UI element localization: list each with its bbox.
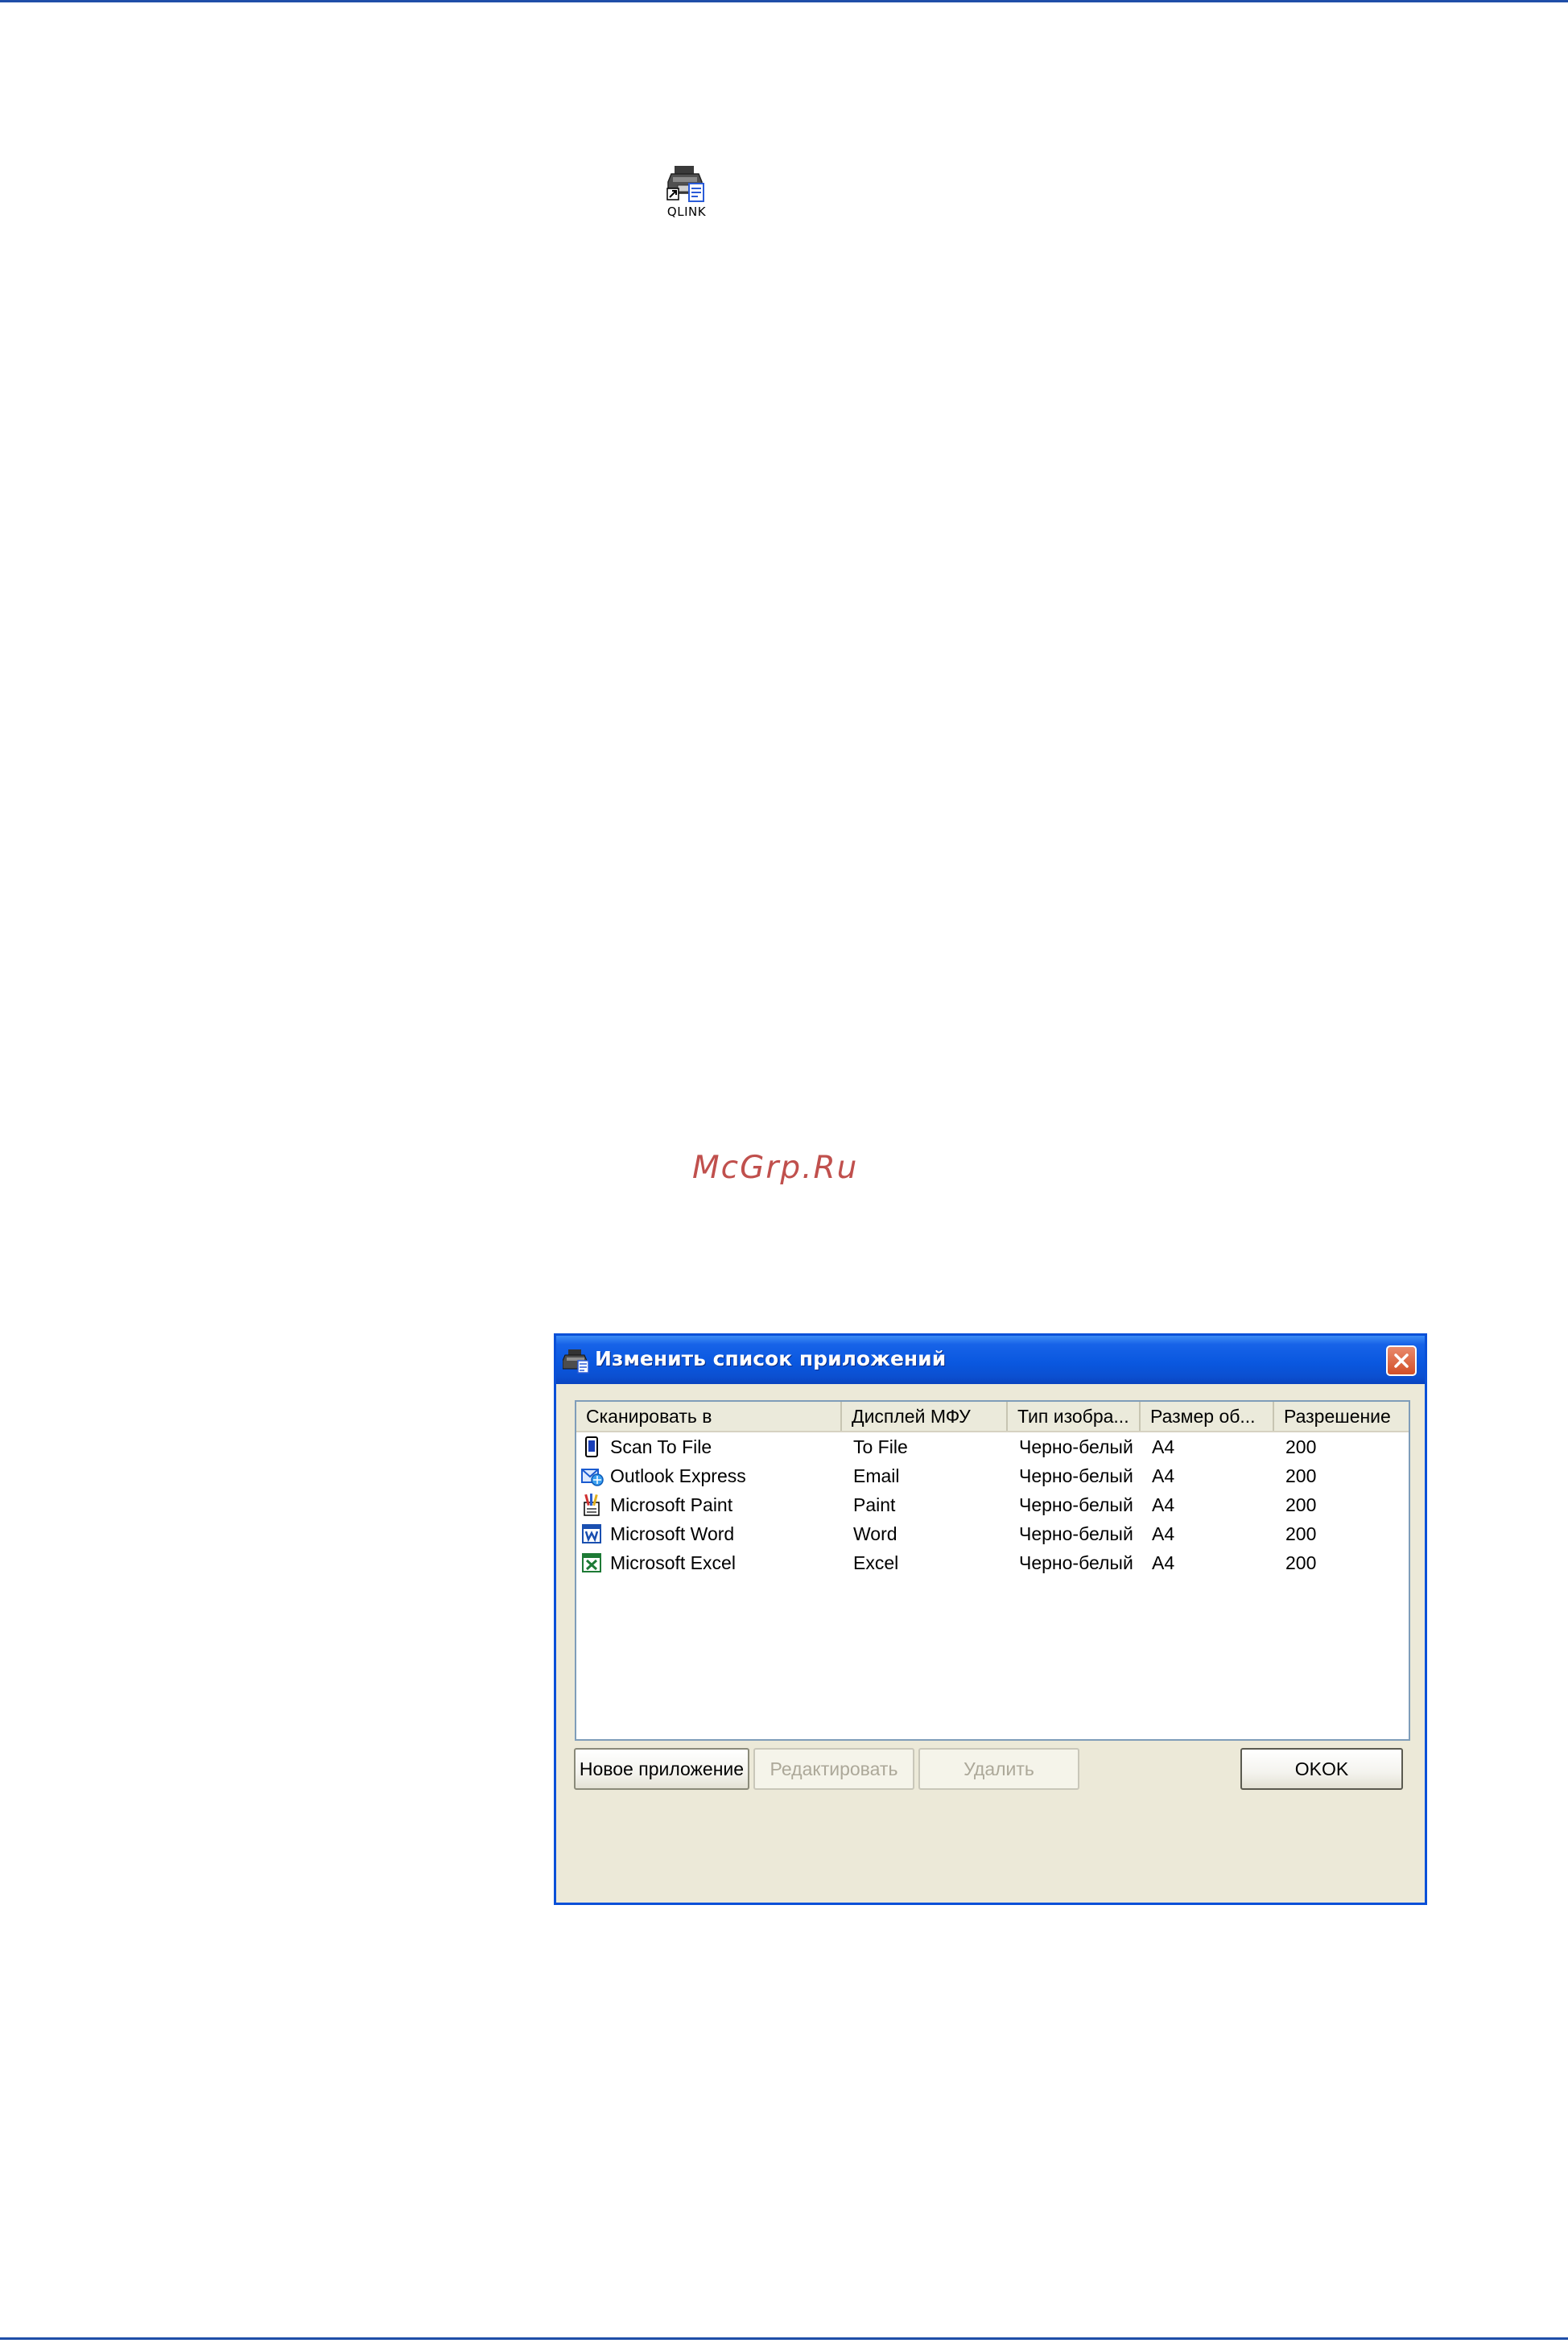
cell-mfp-display: Word: [853, 1523, 897, 1544]
cell-image-type: Черно-белый: [1019, 1494, 1133, 1515]
list-item[interactable]: Scan To File To File Черно-белый A4 200: [576, 1432, 1409, 1461]
cell-original-size: A4: [1152, 1523, 1175, 1544]
edit-button[interactable]: Редактировать: [753, 1748, 914, 1790]
list-header: Сканировать в Дисплей МФУ Тип изобра... …: [576, 1402, 1409, 1432]
cell-mfp-display: To File: [853, 1436, 908, 1457]
cell-resolution: 200: [1285, 1494, 1317, 1515]
edit-app-list-dialog: Изменить список приложений Сканировать в…: [554, 1333, 1427, 1905]
applications-list[interactable]: Сканировать в Дисплей МФУ Тип изобра... …: [575, 1400, 1410, 1741]
column-header-scan-to[interactable]: Сканировать в: [576, 1402, 842, 1431]
cell-original-size: A4: [1152, 1494, 1175, 1515]
outlook-express-icon: [581, 1469, 604, 1486]
cell-original-size: A4: [1152, 1552, 1175, 1573]
qlink-app-icon: [563, 1349, 589, 1374]
cell-app-name: Microsoft Word: [610, 1523, 735, 1544]
cell-resolution: 200: [1285, 1465, 1317, 1486]
cell-mfp-display: Email: [853, 1465, 900, 1486]
list-item[interactable]: Outlook Express Email Черно-белый A4 200: [576, 1461, 1409, 1490]
list-item[interactable]: Microsoft Paint Paint Черно-белый A4 200: [576, 1490, 1409, 1519]
ms-excel-icon: [582, 1553, 601, 1572]
delete-button[interactable]: Удалить: [918, 1748, 1079, 1790]
scan-to-file-icon: [585, 1436, 598, 1457]
new-application-button[interactable]: Новое приложение: [574, 1748, 749, 1790]
cell-app-name: Microsoft Excel: [610, 1552, 736, 1573]
cell-original-size: A4: [1152, 1436, 1175, 1457]
qlink-printer-shortcut-icon: [666, 166, 704, 202]
list-item[interactable]: Microsoft Excel Excel Черно-белый A4 200: [576, 1548, 1409, 1577]
qlink-desktop-icon[interactable]: QLINK: [660, 163, 713, 227]
watermark-text: McGrp.Ru: [692, 1150, 859, 1186]
ok-button[interactable]: OKOK: [1240, 1748, 1403, 1790]
cell-original-size: A4: [1152, 1465, 1175, 1486]
dialog-titlebar[interactable]: Изменить список приложений: [556, 1336, 1425, 1384]
cell-resolution: 200: [1285, 1523, 1317, 1544]
cell-image-type: Черно-белый: [1019, 1523, 1133, 1544]
column-header-original-size[interactable]: Размер об...: [1141, 1402, 1274, 1431]
column-header-resolution[interactable]: Разрешение: [1274, 1402, 1409, 1431]
cell-image-type: Черно-белый: [1019, 1436, 1133, 1457]
cell-mfp-display: Paint: [853, 1494, 896, 1515]
cell-resolution: 200: [1285, 1552, 1317, 1573]
column-header-image-type[interactable]: Тип изобра...: [1008, 1402, 1141, 1431]
cell-resolution: 200: [1285, 1436, 1317, 1457]
close-button[interactable]: [1386, 1345, 1417, 1376]
column-header-mfp-display[interactable]: Дисплей МФУ: [842, 1402, 1008, 1431]
close-icon: [1394, 1353, 1409, 1368]
ms-word-icon: [582, 1524, 601, 1543]
desktop-icon-label: QLINK: [666, 205, 707, 219]
cell-app-name: Microsoft Paint: [610, 1494, 733, 1515]
dialog-title: Изменить список приложений: [595, 1347, 947, 1370]
list-item[interactable]: Microsoft Word Word Черно-белый A4 200: [576, 1519, 1409, 1548]
cell-image-type: Черно-белый: [1019, 1552, 1133, 1573]
cell-mfp-display: Excel: [853, 1552, 899, 1573]
bottom-rule: [0, 2337, 1568, 2340]
cell-app-name: Scan To File: [610, 1436, 712, 1457]
cell-app-name: Outlook Express: [610, 1465, 746, 1486]
top-rule: [0, 0, 1568, 2]
cell-image-type: Черно-белый: [1019, 1465, 1133, 1486]
ms-paint-icon: [584, 1494, 600, 1516]
